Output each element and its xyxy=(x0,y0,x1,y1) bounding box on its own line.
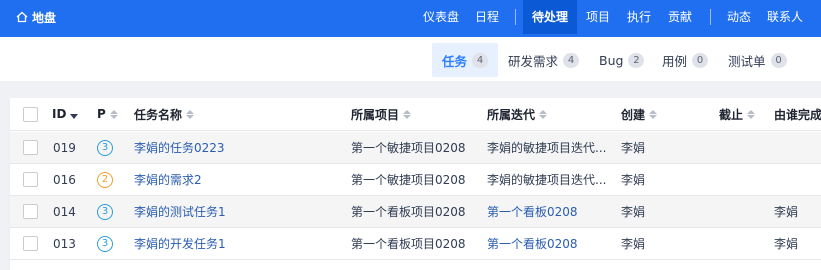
priority-cell: 3 xyxy=(97,196,113,227)
sort-icon xyxy=(109,109,118,119)
table-row[interactable]: 016 2 李娟的需求2 第一个敏捷项目0208 李娟的敏捷项目迭代... 李娟 xyxy=(10,164,821,196)
row-checkbox[interactable] xyxy=(23,132,38,163)
tab-bugs[interactable]: Bug 2 xyxy=(589,43,654,77)
tab-label: 研发需求 xyxy=(508,53,559,69)
column-header-deadline[interactable]: 截止 xyxy=(719,98,756,130)
task-name-link[interactable]: 李娟的开发任务1 xyxy=(134,228,226,259)
sort-icon xyxy=(403,109,412,119)
nav-activity[interactable]: 动态 xyxy=(727,0,751,34)
task-id: 014 xyxy=(53,204,76,219)
nav-executions[interactable]: 执行 xyxy=(627,0,651,34)
task-creator: 李娟 xyxy=(621,237,646,251)
priority-badge: 2 xyxy=(97,171,113,188)
task-project: 第一个敏捷项目0208 xyxy=(351,141,466,155)
column-label: 截止 xyxy=(719,107,744,122)
task-creator: 李娟 xyxy=(621,173,646,187)
nav-contributions[interactable]: 贡献 xyxy=(668,0,692,34)
count-badge: 4 xyxy=(563,52,580,68)
sort-icon xyxy=(539,109,548,119)
sort-desc-icon xyxy=(70,109,79,119)
priority-badge: 3 xyxy=(97,203,113,220)
column-header-name[interactable]: 任务名称 xyxy=(134,98,195,130)
task-creator: 李娟 xyxy=(621,205,646,219)
task-iteration: 李娟的敏捷项目迭代... xyxy=(487,141,607,155)
table-row[interactable]: 014 3 李娟的测试任务1 第一个看板项目0208 第一个看板0208 李娟 … xyxy=(10,196,821,228)
row-checkbox[interactable] xyxy=(23,164,38,195)
tab-label: Bug xyxy=(599,52,624,68)
column-label: 所属项目 xyxy=(351,107,400,122)
priority-badge: 3 xyxy=(97,139,113,156)
nav-todo[interactable]: 待处理 xyxy=(523,0,577,34)
task-id: 016 xyxy=(53,172,76,187)
column-header-project[interactable]: 所属项目 xyxy=(351,98,412,130)
task-name-link[interactable]: 李娟的需求2 xyxy=(134,164,202,195)
task-finisher: 李娟 xyxy=(774,237,799,251)
task-iteration-link[interactable]: 第一个看板0208 xyxy=(487,228,578,259)
table-row[interactable]: 013 3 李娟的开发任务1 第一个看板项目0208 第一个看板0208 李娟 … xyxy=(10,228,821,260)
sort-icon xyxy=(747,109,756,119)
sort-icon xyxy=(186,109,195,119)
task-project: 第一个看板项目0208 xyxy=(351,205,466,219)
home-icon xyxy=(16,11,28,23)
task-finisher: 李娟 xyxy=(774,205,799,219)
table-header: ID P 任务名称 所属项目 所属迭代 创建 截止 由谁完成 xyxy=(10,98,821,131)
task-iteration-link[interactable]: 第一个看板0208 xyxy=(487,196,578,227)
tab-tasks[interactable]: 任务 4 xyxy=(432,43,499,77)
table-row[interactable]: 019 3 李娟的任务0223 第一个敏捷项目0208 李娟的敏捷项目迭代...… xyxy=(10,132,821,164)
priority-cell: 3 xyxy=(97,132,113,163)
task-name-link[interactable]: 李娟的任务0223 xyxy=(134,132,225,163)
checkbox[interactable] xyxy=(23,172,38,187)
task-project: 第一个看板项目0208 xyxy=(351,237,466,251)
nav-dashboard[interactable]: 仪表盘 xyxy=(423,0,459,34)
count-badge: 0 xyxy=(770,52,787,68)
priority-badge: 3 xyxy=(97,235,113,252)
column-header-finisher[interactable]: 由谁完成 xyxy=(774,98,821,130)
task-name-link[interactable]: 李娟的测试任务1 xyxy=(134,196,226,227)
checkbox[interactable] xyxy=(23,204,38,219)
column-label: 创建 xyxy=(621,107,646,122)
nav-projects[interactable]: 项目 xyxy=(586,0,610,34)
column-label: 所属迭代 xyxy=(487,107,536,122)
row-checkbox[interactable] xyxy=(23,228,38,259)
column-header-priority[interactable]: P xyxy=(97,98,118,130)
home-link[interactable]: 地盘 xyxy=(16,0,56,34)
task-project: 第一个敏捷项目0208 xyxy=(351,173,466,187)
tab-testtasks[interactable]: 测试单 0 xyxy=(718,43,797,77)
count-badge: 0 xyxy=(692,52,709,68)
nav-divider xyxy=(515,9,516,25)
nav-calendar[interactable]: 日程 xyxy=(475,0,499,34)
tab-label: 测试单 xyxy=(728,53,766,69)
priority-cell: 3 xyxy=(97,228,113,259)
nav-divider xyxy=(710,9,711,25)
column-label: P xyxy=(97,107,106,121)
checkbox[interactable] xyxy=(23,140,38,155)
tab-stories[interactable]: 研发需求 4 xyxy=(498,43,589,77)
checkbox[interactable] xyxy=(23,106,38,122)
task-id: 019 xyxy=(53,140,76,155)
tab-label: 用例 xyxy=(662,53,688,69)
sort-icon xyxy=(649,109,658,119)
column-label: ID xyxy=(52,107,67,121)
home-label: 地盘 xyxy=(32,10,57,25)
column-label: 任务名称 xyxy=(134,107,183,122)
column-header-id[interactable]: ID xyxy=(52,98,79,130)
row-checkbox[interactable] xyxy=(23,196,38,227)
top-navbar: 地盘 仪表盘 日程 待处理 项目 执行 贡献 动态 联系人 xyxy=(0,0,821,37)
tab-cases[interactable]: 用例 0 xyxy=(652,43,718,77)
tab-label: 任务 xyxy=(442,53,468,69)
column-header-creator[interactable]: 创建 xyxy=(621,98,658,130)
count-badge: 2 xyxy=(628,52,645,68)
column-header-iteration[interactable]: 所属迭代 xyxy=(487,98,548,130)
nav-contacts[interactable]: 联系人 xyxy=(767,0,803,34)
task-table: ID P 任务名称 所属项目 所属迭代 创建 截止 由谁完成 019 3 李娟的… xyxy=(10,98,821,270)
select-all-checkbox[interactable] xyxy=(23,98,38,130)
task-iteration: 李娟的敏捷项目迭代... xyxy=(487,173,607,187)
task-creator: 李娟 xyxy=(621,141,646,155)
count-badge: 4 xyxy=(472,52,489,68)
sub-tab-bar: 任务 4 研发需求 4 Bug 2 用例 0 测试单 0 xyxy=(0,37,821,81)
task-id: 013 xyxy=(53,236,76,251)
priority-cell: 2 xyxy=(97,164,113,195)
column-label: 由谁完成 xyxy=(774,107,821,122)
checkbox[interactable] xyxy=(23,236,38,251)
